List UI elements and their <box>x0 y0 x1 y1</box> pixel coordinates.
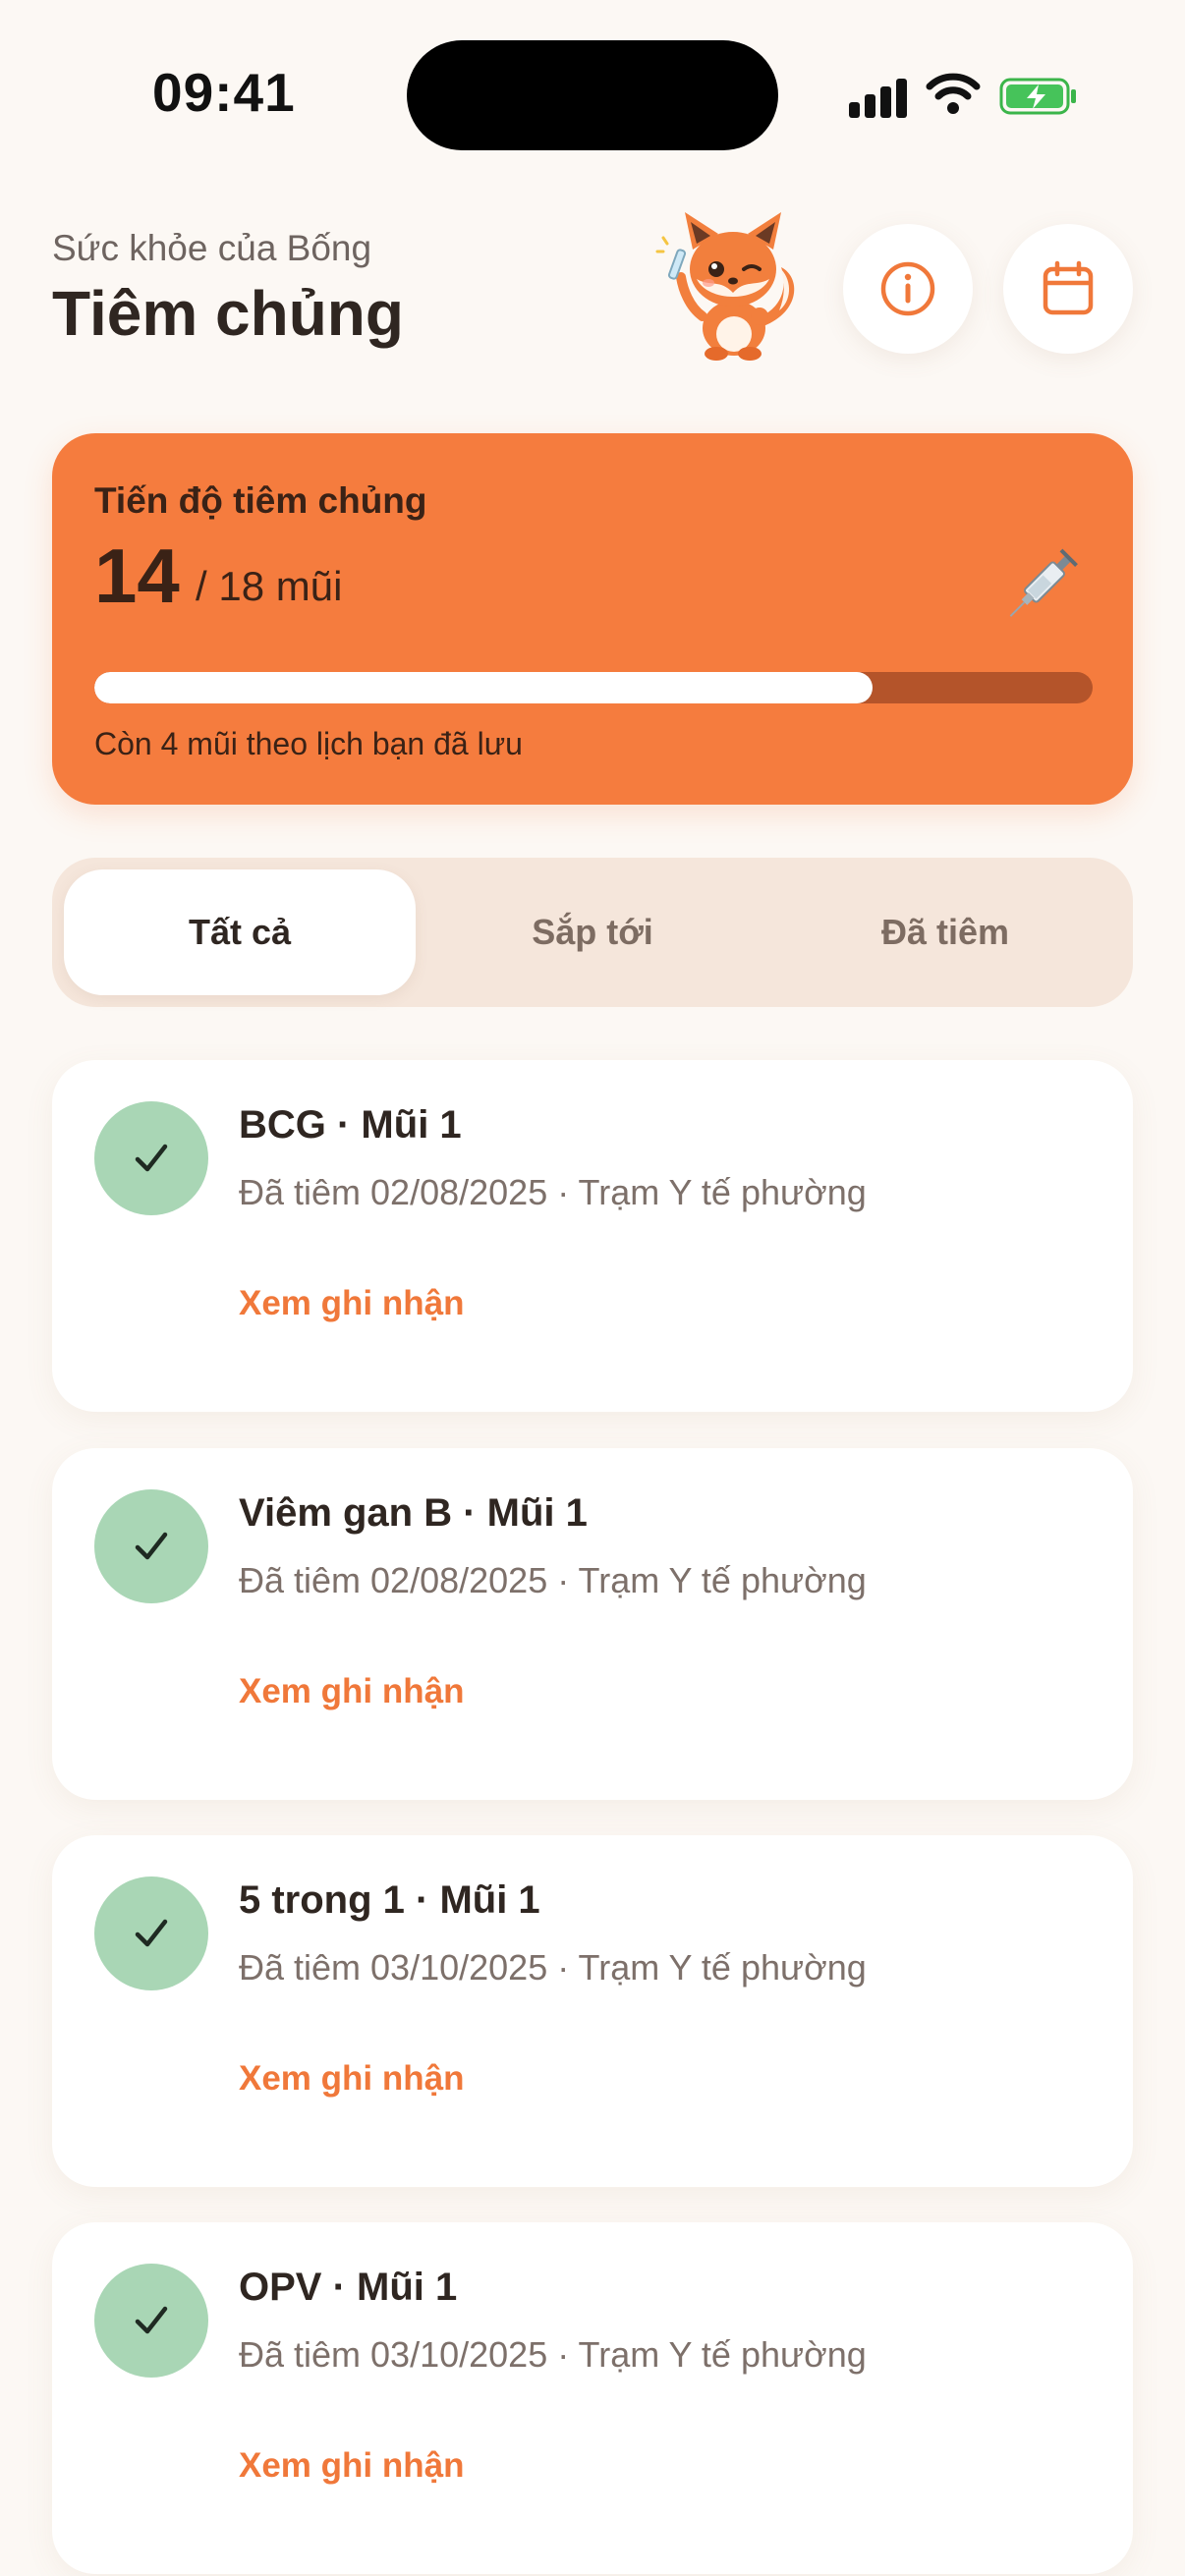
page-subtitle: Sức khỏe của Bống <box>52 228 372 268</box>
status-bar: 09:41 <box>0 0 1185 196</box>
battery-icon <box>999 78 1076 115</box>
cellular-signal-icon <box>849 77 908 118</box>
view-record-link[interactable]: Xem ghi nhận <box>239 2446 464 2486</box>
progress-bar-fill <box>94 672 874 703</box>
fox-mascot-icon <box>655 212 795 361</box>
vaccine-card[interactable]: BCG · Mũi 1 Đã tiêm 02/08/2025 · Trạm Y … <box>52 1060 1133 1412</box>
dynamic-island <box>407 40 778 150</box>
info-icon <box>880 261 935 316</box>
check-icon <box>94 1489 208 1603</box>
view-record-link[interactable]: Xem ghi nhận <box>239 2059 464 2099</box>
vaccine-card[interactable]: Viêm gan B · Mũi 1 Đã tiêm 02/08/2025 · … <box>52 1448 1133 1800</box>
status-time: 09:41 <box>152 62 296 123</box>
progress-note: Còn 4 mũi theo lịch bạn đã lưu <box>94 726 523 761</box>
vaccine-title: OPV · Mũi 1 <box>239 2266 458 2309</box>
vaccine-card[interactable]: OPV · Mũi 1 Đã tiêm 03/10/2025 · Trạm Y … <box>52 2222 1133 2574</box>
vaccine-title: 5 trong 1 · Mũi 1 <box>239 1878 540 1922</box>
info-button[interactable] <box>843 224 973 354</box>
tab-done[interactable]: Đã tiêm <box>769 869 1121 995</box>
vaccine-detail: Đã tiêm 03/10/2025 · Trạm Y tế phường <box>239 1947 867 1988</box>
progress-bar <box>94 672 1093 703</box>
vaccination-progress-card: Tiến độ tiêm chủng 14 / 18 mũi Còn 4 mũi… <box>52 433 1133 805</box>
calendar-icon <box>1043 260 1094 315</box>
vaccine-detail: Đã tiêm 02/08/2025 · Trạm Y tế phường <box>239 1560 867 1600</box>
progress-label: Tiến độ tiêm chủng <box>94 480 427 521</box>
vaccine-card[interactable]: 5 trong 1 · Mũi 1 Đã tiêm 03/10/2025 · T… <box>52 1835 1133 2187</box>
view-record-link[interactable]: Xem ghi nhận <box>239 1284 464 1323</box>
page-title: Tiêm chủng <box>52 278 404 349</box>
progress-count: 14 <box>94 532 180 619</box>
wifi-icon <box>926 73 981 114</box>
progress-total: / 18 mũi <box>196 563 343 609</box>
vaccine-detail: Đã tiêm 02/08/2025 · Trạm Y tế phường <box>239 1172 867 1212</box>
vaccine-detail: Đã tiêm 03/10/2025 · Trạm Y tế phường <box>239 2334 867 2375</box>
view-record-link[interactable]: Xem ghi nhận <box>239 1672 464 1711</box>
check-icon <box>94 1101 208 1215</box>
vaccine-title: BCG · Mũi 1 <box>239 1103 462 1147</box>
check-icon <box>94 2264 208 2378</box>
syringe-icon <box>1009 548 1078 617</box>
filter-tabs: Tất cả Sắp tới Đã tiêm <box>52 858 1133 1007</box>
tab-upcoming[interactable]: Sắp tới <box>417 869 768 995</box>
check-icon <box>94 1876 208 1990</box>
calendar-button[interactable] <box>1003 224 1133 354</box>
vaccine-title: Viêm gan B · Mũi 1 <box>239 1491 588 1535</box>
tab-all[interactable]: Tất cả <box>64 869 416 995</box>
